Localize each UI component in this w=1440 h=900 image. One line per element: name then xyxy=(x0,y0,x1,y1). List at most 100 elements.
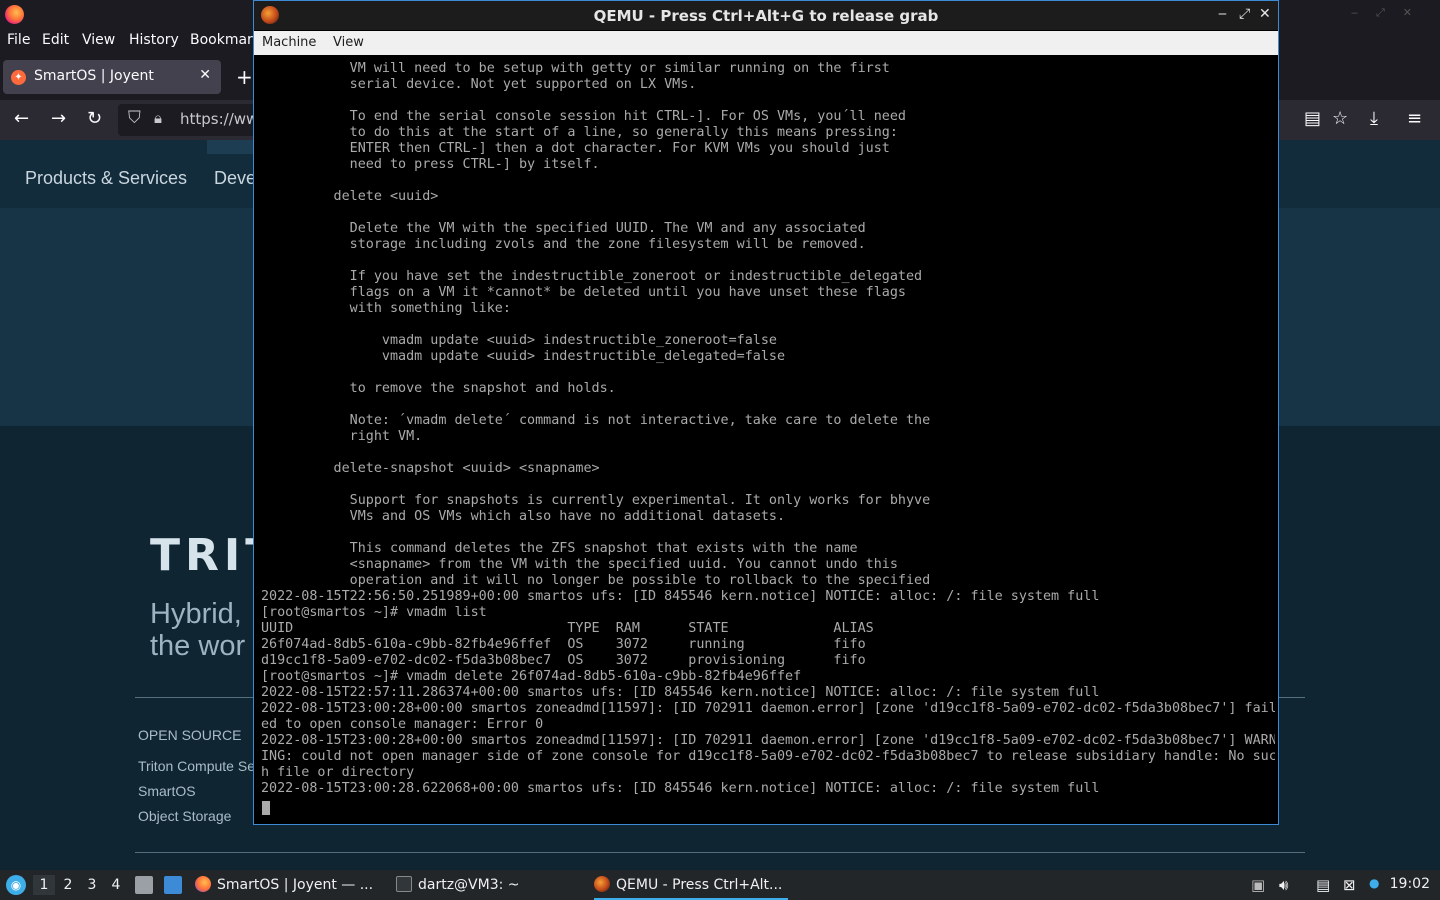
console-line: 2022-08-15T22:57:11.286374+00:00 smartos… xyxy=(261,685,1100,700)
nav-accent xyxy=(207,140,257,154)
start-menu-icon[interactable]: ◉ xyxy=(6,875,26,895)
menu-view[interactable]: View xyxy=(333,35,364,50)
console-cursor xyxy=(262,801,270,815)
console-line: d19cc1f8-5a09-e702-dc02-f5da3b08bec7 OS … xyxy=(261,653,866,668)
taskbar: ◉ 1 2 3 4 SmartOS | Joyent — ... dartz@V… xyxy=(0,870,1440,900)
bookmark-star-icon[interactable]: ☆ xyxy=(1332,108,1348,130)
update-notifier-icon[interactable]: ● xyxy=(1369,876,1379,890)
console-line: 2022-08-15T23:00:28+00:00 smartos zonead… xyxy=(261,701,1275,716)
menu-edit[interactable]: Edit xyxy=(42,32,69,48)
menu-bookmarks[interactable]: Bookmarks xyxy=(190,32,253,48)
joyent-favicon-icon: ✦ xyxy=(11,70,26,85)
file-manager-icon[interactable] xyxy=(135,876,153,894)
hero-line: Hybrid, xyxy=(150,598,242,630)
task-label: dartz@VM3: ~ xyxy=(418,877,520,893)
qemu-icon xyxy=(594,876,610,892)
task-terminal[interactable]: dartz@VM3: ~ xyxy=(396,870,576,900)
workspace-1[interactable]: 1 xyxy=(33,875,55,895)
nav-products-services[interactable]: Products & Services xyxy=(25,168,187,189)
console-line: This command deletes the ZFS snapshot th… xyxy=(261,541,858,556)
lock-icon[interactable]: 🔒︎ xyxy=(154,109,162,127)
maximize-icon[interactable]: ⤢ xyxy=(1239,6,1250,22)
qemu-titlebar[interactable]: QEMU - Press Ctrl+Alt+G to release grab … xyxy=(254,1,1278,30)
downloads-icon[interactable]: ⤓ xyxy=(1370,108,1378,130)
network-icon[interactable]: ⊠ xyxy=(1343,876,1356,894)
close-icon[interactable]: ✕ xyxy=(1259,6,1271,22)
console-line: [root@smartos ~]# vmadm delete 26f074ad-… xyxy=(261,669,802,684)
console-line: Delete the VM with the specified UUID. T… xyxy=(261,221,866,236)
desktop-icon[interactable] xyxy=(164,876,182,894)
back-icon[interactable]: ← xyxy=(14,108,29,130)
firefox-icon xyxy=(195,876,211,892)
tracking-shield-icon[interactable]: ⛉ xyxy=(128,108,141,128)
console-line: <snapname> from the VM with the specifie… xyxy=(261,557,898,572)
console-line: 2022-08-15T22:56:50.251989+00:00 smartos… xyxy=(261,589,1100,604)
terminal-icon xyxy=(396,876,412,892)
console-line: storage including zvols and the zone fil… xyxy=(261,237,866,252)
volume-icon[interactable]: 🔊︎ xyxy=(1279,876,1288,894)
console-line: To end the serial console session hit CT… xyxy=(261,109,906,124)
console-line: serial device. Not yet supported on LX V… xyxy=(261,77,697,92)
new-tab-button[interactable]: + xyxy=(236,65,253,89)
console-line: ed to open console manager: Error 0 xyxy=(261,717,544,732)
workspace-2[interactable]: 2 xyxy=(57,875,79,895)
console-line: Note: ´vmadm delete´ command is not inte… xyxy=(261,413,931,428)
minimize-icon[interactable]: ‒ xyxy=(1218,6,1227,22)
task-label: QEMU - Press Ctrl+Alt... xyxy=(616,877,783,893)
nav-developers[interactable]: Deve xyxy=(214,168,256,189)
console-line: to remove the snapshot and holds. xyxy=(261,381,616,396)
task-qemu[interactable]: QEMU - Press Ctrl+Alt... xyxy=(594,870,788,900)
hero-line: the wor xyxy=(150,630,246,662)
tab-title: SmartOS | Joyent xyxy=(34,68,154,84)
console-line: with something like: xyxy=(261,301,511,316)
console-line: UUID TYPE RAM STATE ALIAS xyxy=(261,621,874,636)
qemu-menubar: Machine View xyxy=(254,31,1278,55)
console-line: to do this at the start of a line, so ge… xyxy=(261,125,898,140)
workspace-4[interactable]: 4 xyxy=(105,875,127,895)
reload-icon[interactable]: ↻ xyxy=(87,108,102,130)
firefox-logo-icon xyxy=(5,5,24,24)
menu-history[interactable]: History xyxy=(129,32,179,48)
tab-smartos[interactable]: ✦ SmartOS | Joyent ✕ xyxy=(3,60,221,94)
menu-file[interactable]: File xyxy=(7,32,30,48)
console-line: need to press CTRL-] by itself. xyxy=(261,157,600,172)
open-source-heading: OPEN SOURCE xyxy=(138,727,242,743)
divider xyxy=(135,852,1305,853)
menu-view[interactable]: View xyxy=(82,32,115,48)
forward-icon[interactable]: → xyxy=(51,108,66,130)
console-line: 26f074ad-8db5-610a-c9bb-82fb4e96ffef OS … xyxy=(261,637,866,652)
tab-close-icon[interactable]: ✕ xyxy=(199,67,211,83)
console-line: 2022-08-15T23:00:28.622068+00:00 smartos… xyxy=(261,781,1100,796)
console-line: delete-snapshot <uuid> <snapname> xyxy=(261,461,600,476)
console-line: VMs and OS VMs which also have no additi… xyxy=(261,509,786,524)
workspace-3[interactable]: 3 xyxy=(81,875,103,895)
console-line: VM will need to be setup with getty or s… xyxy=(261,61,890,76)
window-title: QEMU - Press Ctrl+Alt+G to release grab xyxy=(593,7,939,25)
app-menu-icon[interactable]: ≡ xyxy=(1407,108,1422,130)
qemu-window[interactable]: QEMU - Press Ctrl+Alt+G to release grab … xyxy=(253,0,1279,825)
serial-console[interactable]: VM will need to be setup with getty or s… xyxy=(261,61,1275,821)
console-line: Support for snapshots is currently exper… xyxy=(261,493,931,508)
link-triton-compute[interactable]: Triton Compute Se xyxy=(138,758,254,774)
task-firefox[interactable]: SmartOS | Joyent — ... xyxy=(195,870,380,900)
console-line: delete <uuid> xyxy=(261,189,439,204)
link-smartos[interactable]: SmartOS xyxy=(138,783,254,799)
link-object-storage[interactable]: Object Storage xyxy=(138,808,254,824)
console-line: vmadm update <uuid> indestructible_zoner… xyxy=(261,333,777,348)
task-label: SmartOS | Joyent — ... xyxy=(217,877,374,893)
reader-view-icon[interactable]: ▤ xyxy=(1304,108,1321,130)
clock: 19:02 xyxy=(1389,876,1430,892)
clipboard-icon[interactable]: ▣ xyxy=(1251,876,1265,894)
hero-heading: Hybrid, the wor xyxy=(150,598,260,662)
notes-icon[interactable]: ▤ xyxy=(1316,876,1330,894)
menu-machine[interactable]: Machine xyxy=(262,35,316,50)
